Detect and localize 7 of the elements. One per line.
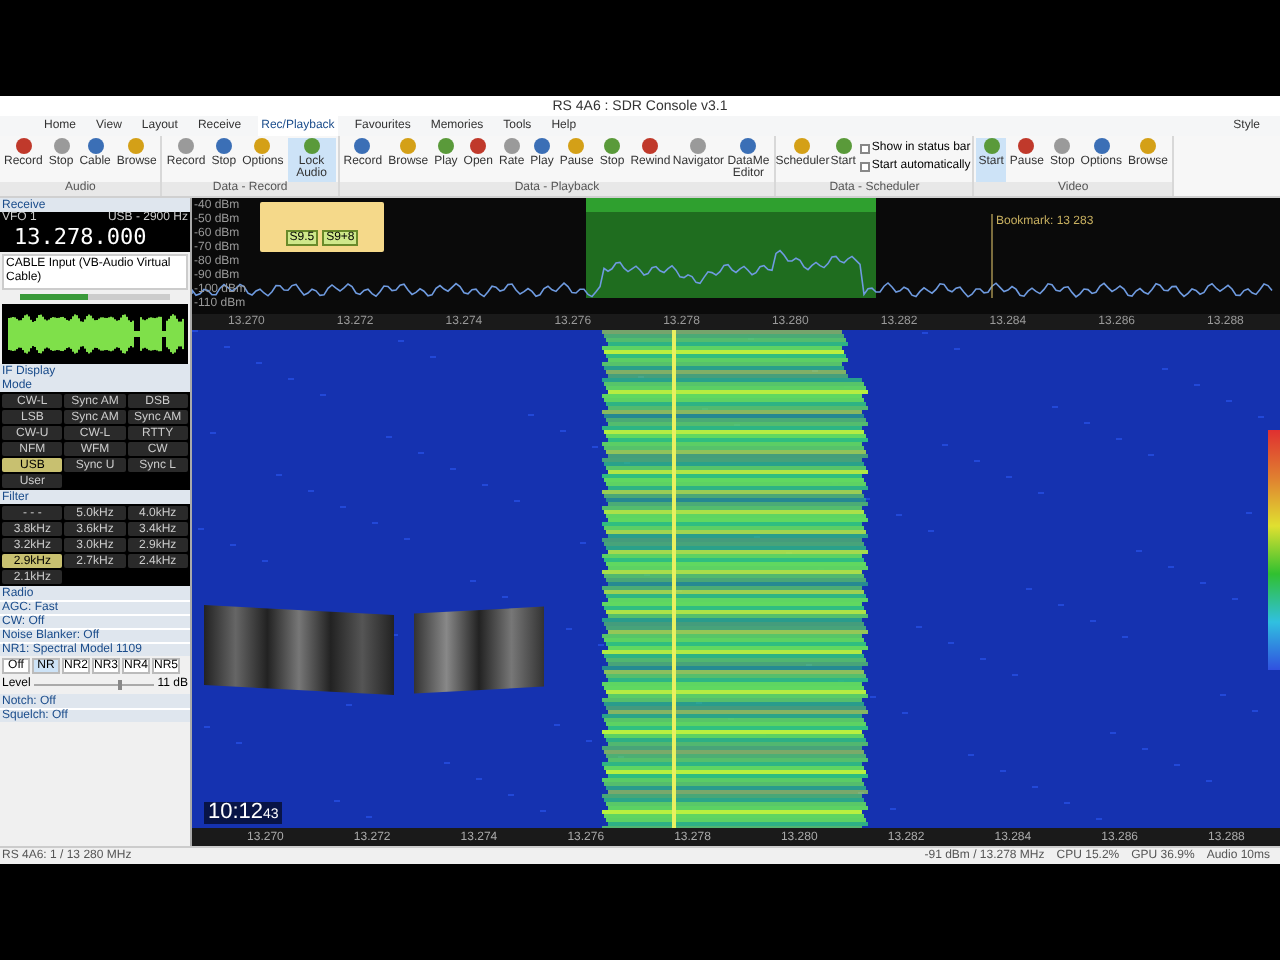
volume-slider[interactable] <box>20 294 170 300</box>
bookmark-line <box>991 213 993 299</box>
checkbox[interactable] <box>859 143 870 153</box>
frequency-display: 13.278.000 <box>12 224 149 250</box>
dark-block-overlay <box>414 606 544 694</box>
clock-time: 10:12 <box>208 802 264 824</box>
checkbox[interactable] <box>859 161 870 171</box>
